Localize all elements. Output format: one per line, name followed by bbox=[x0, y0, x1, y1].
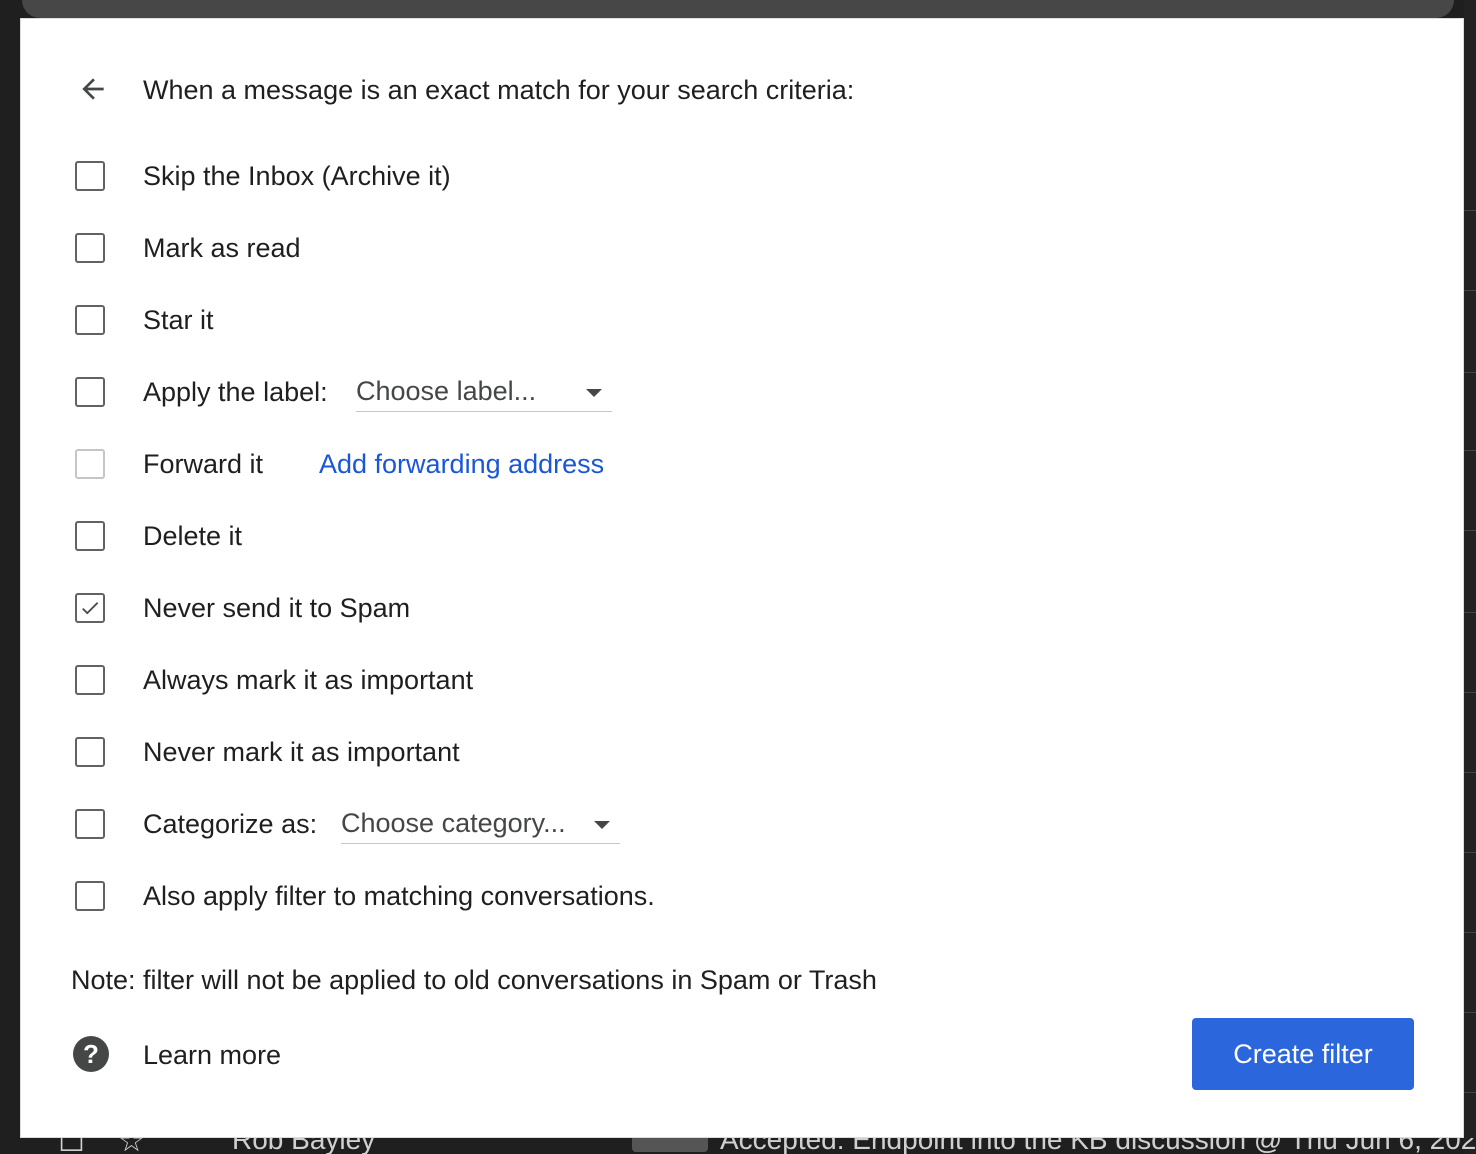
add-forwarding-address-link[interactable]: Add forwarding address bbox=[319, 449, 604, 480]
dropdown-caret-icon bbox=[594, 821, 610, 829]
option-label: Also apply filter to matching conversati… bbox=[143, 881, 655, 911]
option-forward-it: Forward it Add forwarding address bbox=[75, 444, 775, 484]
dialog-title: When a message is an exact match for you… bbox=[143, 75, 855, 105]
back-arrow-icon[interactable] bbox=[75, 71, 111, 107]
bg-divider bbox=[1464, 372, 1476, 373]
option-categorize: Categorize as: Choose category... bbox=[75, 804, 775, 844]
checkbox-forward-it[interactable] bbox=[75, 449, 105, 479]
bg-divider bbox=[1464, 612, 1476, 613]
checkbox-mark-as-read[interactable] bbox=[75, 233, 105, 263]
checkbox-never-spam[interactable] bbox=[75, 593, 105, 623]
bg-divider bbox=[1464, 210, 1476, 211]
window-top-bar bbox=[22, 0, 1454, 18]
option-label: Apply the label: bbox=[143, 377, 328, 407]
create-filter-button[interactable]: Create filter bbox=[1192, 1018, 1414, 1090]
bg-divider bbox=[1464, 852, 1476, 853]
checkbox-categorize[interactable] bbox=[75, 809, 105, 839]
option-delete-it: Delete it bbox=[75, 516, 242, 556]
checkbox-always-important[interactable] bbox=[75, 665, 105, 695]
checkmark-icon bbox=[82, 602, 99, 615]
option-always-important: Always mark it as important bbox=[75, 660, 473, 700]
bg-divider bbox=[1464, 450, 1476, 451]
filter-note: Note: filter will not be applied to old … bbox=[71, 965, 877, 995]
option-label: Never mark it as important bbox=[143, 737, 460, 767]
option-label: Mark as read bbox=[143, 233, 301, 263]
bg-divider bbox=[1464, 530, 1476, 531]
bg-inbox-chip bbox=[632, 1138, 708, 1152]
background-email-row: ☐ ☆ Rob Bayley Accepted: Endpoint into t… bbox=[0, 1138, 1476, 1154]
option-apply-to-matching: Also apply filter to matching conversati… bbox=[75, 876, 655, 916]
option-label: Skip the Inbox (Archive it) bbox=[143, 161, 451, 191]
option-star-it: Star it bbox=[75, 300, 214, 340]
option-mark-as-read: Mark as read bbox=[75, 228, 301, 268]
bg-star-icon: ☆ bbox=[118, 1138, 145, 1154]
option-label: Star it bbox=[143, 305, 214, 335]
dialog-header: When a message is an exact match for you… bbox=[75, 71, 854, 107]
bg-divider bbox=[1464, 1012, 1476, 1013]
option-label: Always mark it as important bbox=[143, 665, 474, 695]
option-never-spam: Never send it to Spam bbox=[75, 588, 410, 628]
checkbox-apply-to-matching[interactable] bbox=[75, 881, 105, 911]
bg-divider bbox=[1464, 772, 1476, 773]
option-apply-label: Apply the label: Choose label... bbox=[75, 372, 775, 412]
category-select-dropdown[interactable]: Choose category... bbox=[341, 804, 620, 844]
background-inbox-edge bbox=[1464, 0, 1476, 1154]
learn-more-link[interactable]: Learn more bbox=[143, 1040, 281, 1071]
help-icon[interactable]: ? bbox=[73, 1036, 109, 1072]
checkbox-delete-it[interactable] bbox=[75, 521, 105, 551]
label-select-value: Choose label... bbox=[356, 376, 537, 406]
option-label: Never send it to Spam bbox=[143, 593, 411, 623]
filter-dialog: When a message is an exact match for you… bbox=[20, 18, 1464, 1138]
option-never-important: Never mark it as important bbox=[75, 732, 460, 772]
bg-checkbox-icon: ☐ bbox=[58, 1138, 85, 1154]
checkbox-never-important[interactable] bbox=[75, 737, 105, 767]
checkbox-star-it[interactable] bbox=[75, 305, 105, 335]
option-skip-inbox: Skip the Inbox (Archive it) bbox=[75, 156, 451, 196]
bg-sender: Rob Bayley bbox=[232, 1138, 376, 1154]
checkbox-apply-label[interactable] bbox=[75, 377, 105, 407]
bg-divider bbox=[1464, 932, 1476, 933]
bg-divider bbox=[1464, 692, 1476, 693]
option-label: Forward it bbox=[143, 449, 264, 479]
checkbox-skip-inbox[interactable] bbox=[75, 161, 105, 191]
category-select-value: Choose category... bbox=[341, 808, 566, 838]
bg-subject: Accepted: Endpoint into the KB discussio… bbox=[720, 1138, 1476, 1154]
label-select-dropdown[interactable]: Choose label... bbox=[356, 372, 612, 412]
bg-divider bbox=[1464, 1092, 1476, 1093]
option-label: Categorize as: bbox=[143, 809, 318, 839]
bg-divider bbox=[1464, 290, 1476, 291]
option-label: Delete it bbox=[143, 521, 243, 551]
dropdown-caret-icon bbox=[586, 389, 602, 397]
